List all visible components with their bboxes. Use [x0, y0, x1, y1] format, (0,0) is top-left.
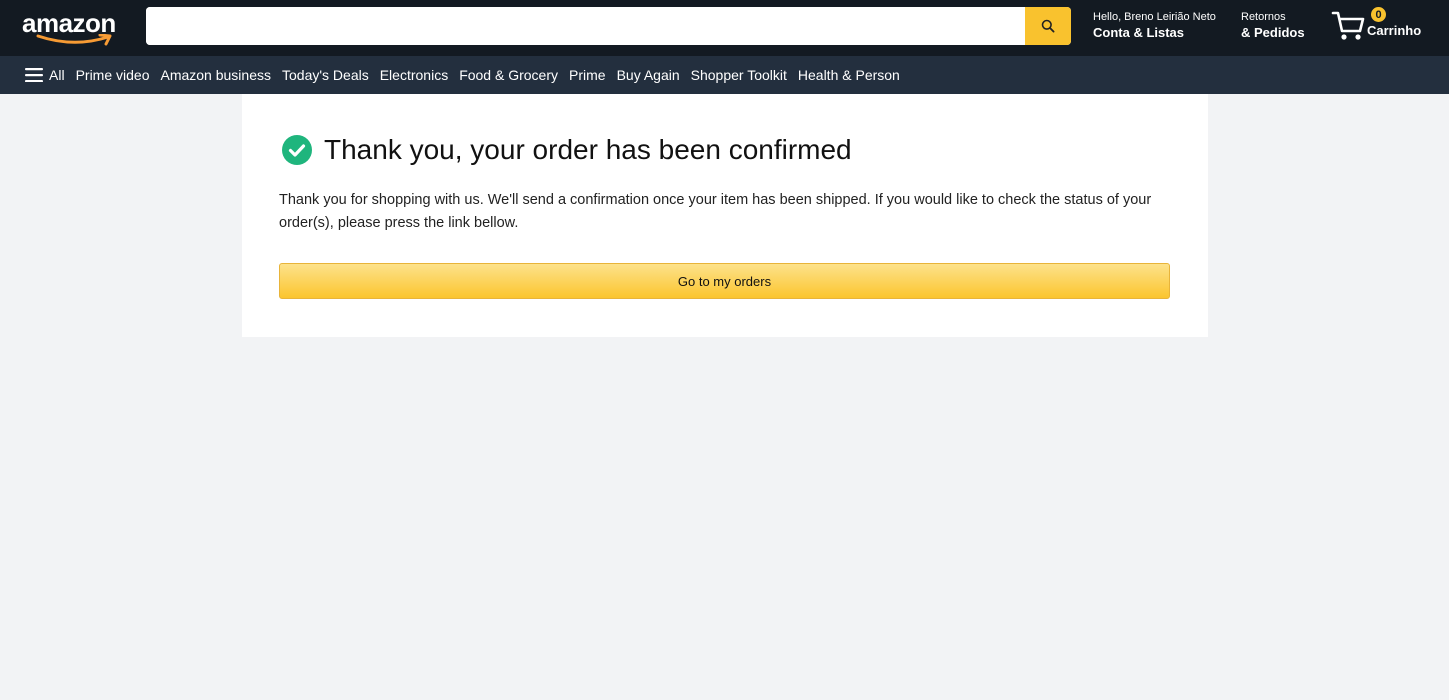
top-header: amazon Hello, Breno Leirião Neto Conta &…: [0, 0, 1449, 56]
check-circle-icon: [282, 135, 312, 165]
cart-count-badge: 0: [1371, 7, 1386, 22]
cart-button[interactable]: 0 Carrinho: [1331, 6, 1431, 46]
confirmation-message: Thank you for shopping with us. We'll se…: [279, 192, 1152, 231]
search-icon: [1041, 19, 1055, 33]
go-to-orders-button[interactable]: Go to my orders: [279, 263, 1170, 299]
nav-item-amazon-business[interactable]: Amazon business: [160, 67, 271, 83]
amazon-logo[interactable]: amazon: [22, 4, 132, 48]
account-greeting: Hello, Breno Leirião Neto: [1093, 11, 1216, 23]
confirmation-heading: Thank you, your order has been confirmed: [282, 134, 852, 166]
confirmation-title: Thank you, your order has been confirmed: [324, 134, 852, 165]
returns-orders-link[interactable]: Retornos & Pedidos: [1241, 10, 1305, 42]
order-confirmation-card: Thank you, your order has been confirmed…: [242, 94, 1208, 337]
nav-bar: All Prime video Amazon business Today's …: [0, 56, 1449, 94]
returns-label: Retornos: [1241, 11, 1286, 23]
orders-label: & Pedidos: [1241, 25, 1305, 40]
nav-item-todays-deals[interactable]: Today's Deals: [282, 67, 369, 83]
nav-item-prime[interactable]: Prime: [569, 67, 606, 83]
nav-item-buy-again[interactable]: Buy Again: [617, 67, 680, 83]
nav-item-health-person[interactable]: Health & Person: [798, 67, 900, 83]
nav-item-food-grocery[interactable]: Food & Grocery: [459, 67, 558, 83]
search-button[interactable]: [1025, 7, 1071, 45]
cart-label: Carrinho: [1367, 23, 1422, 38]
search-input[interactable]: [146, 7, 1025, 45]
smile-arrow-icon: [36, 34, 112, 46]
nav-all-menu[interactable]: All: [25, 67, 65, 83]
search-bar: [146, 7, 1071, 45]
nav-item-prime-video[interactable]: Prime video: [76, 67, 150, 83]
nav-item-shopper-toolkit[interactable]: Shopper Toolkit: [691, 67, 787, 83]
account-label: Conta & Listas: [1093, 25, 1185, 40]
nav-all-label: All: [49, 67, 65, 83]
hamburger-menu-icon: [25, 68, 43, 82]
account-lists-menu[interactable]: Hello, Breno Leirião Neto Conta & Listas: [1093, 10, 1216, 42]
nav-item-electronics[interactable]: Electronics: [380, 67, 448, 83]
cart-icon: [1331, 11, 1365, 40]
